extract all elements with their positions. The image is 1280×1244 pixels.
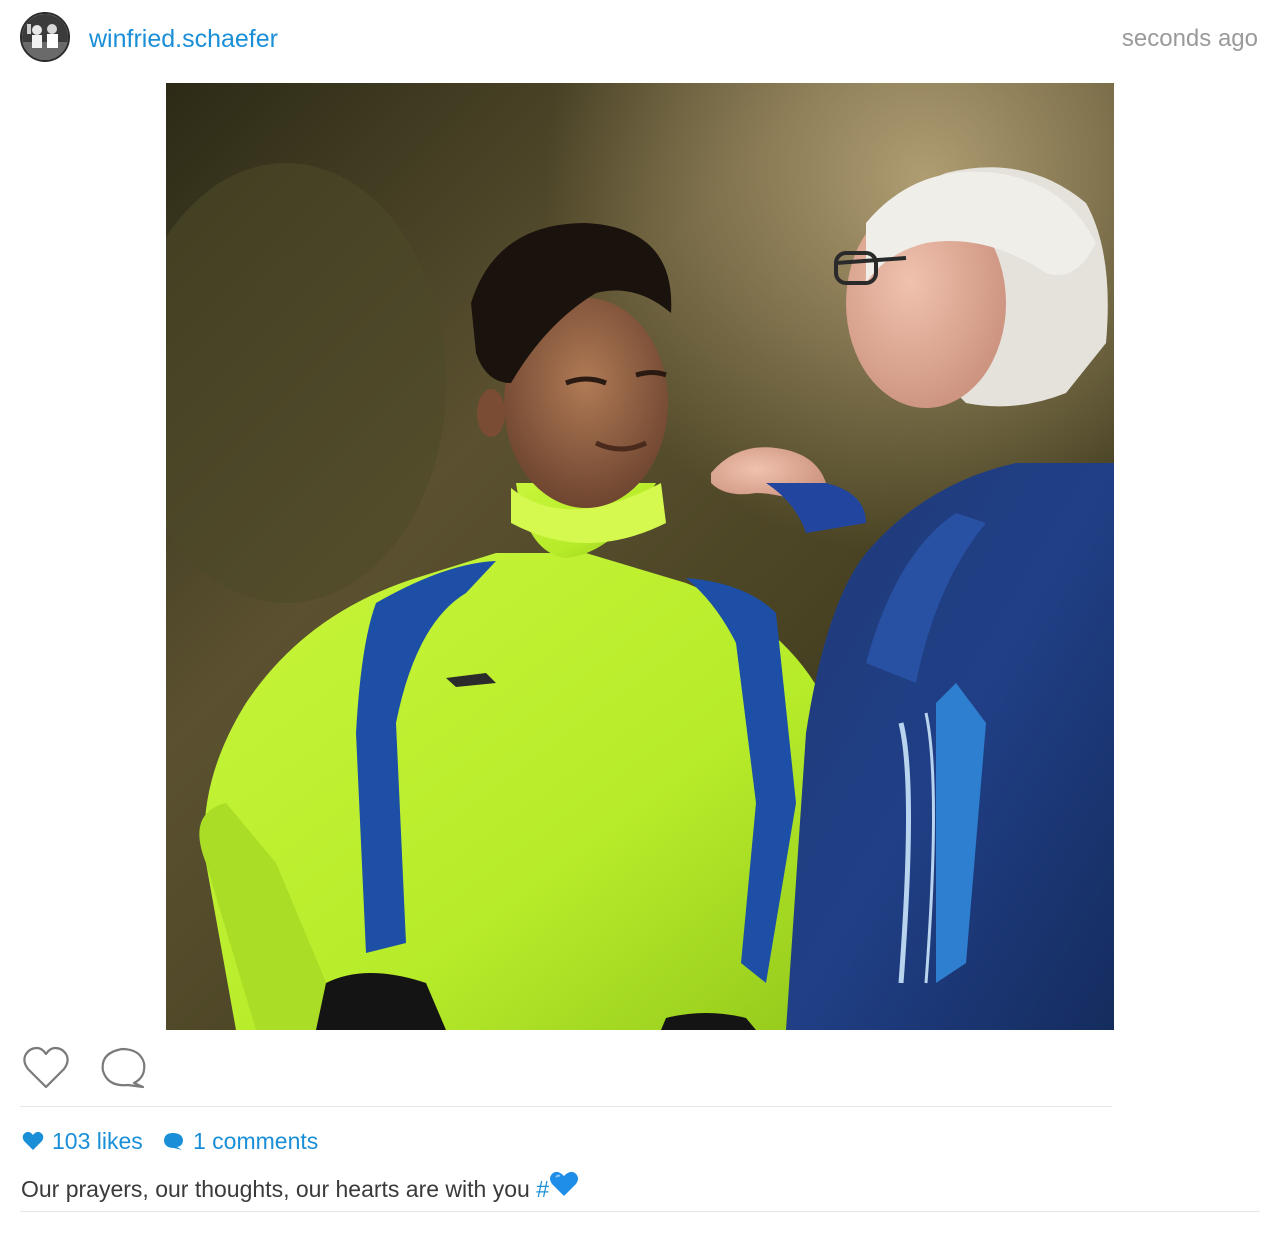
caption-divider	[20, 1211, 1260, 1212]
comment-bubble-icon[interactable]	[98, 1043, 150, 1093]
post-timestamp: seconds ago	[1121, 25, 1258, 52]
heart-outline-icon[interactable]	[20, 1043, 72, 1093]
actions-divider	[20, 1106, 1112, 1107]
blue-heart-emoji-icon	[549, 1170, 579, 1206]
caption-text: Our prayers, our thoughts, our hearts ar…	[21, 1176, 537, 1203]
comment-filled-icon	[164, 1132, 183, 1150]
comments-label: 1 comments	[193, 1128, 319, 1154]
comments-count[interactable]: 1 comments	[163, 1125, 318, 1157]
post-caption: Our prayers, our thoughts, our hearts ar…	[21, 1170, 579, 1209]
instagram-post: winfried.schaefer seconds ago 103 likes …	[0, 0, 1280, 1244]
heart-filled-icon	[22, 1131, 44, 1150]
likes-label: 103 likes	[52, 1128, 143, 1154]
user-avatar[interactable]	[20, 12, 70, 62]
username-link[interactable]: winfried.schaefer	[89, 24, 278, 54]
likes-count[interactable]: 103 likes	[22, 1125, 143, 1157]
post-photo[interactable]	[166, 83, 1114, 1030]
post-header: winfried.schaefer seconds ago	[0, 0, 1280, 80]
caption-hashtag[interactable]: #	[536, 1176, 549, 1202]
